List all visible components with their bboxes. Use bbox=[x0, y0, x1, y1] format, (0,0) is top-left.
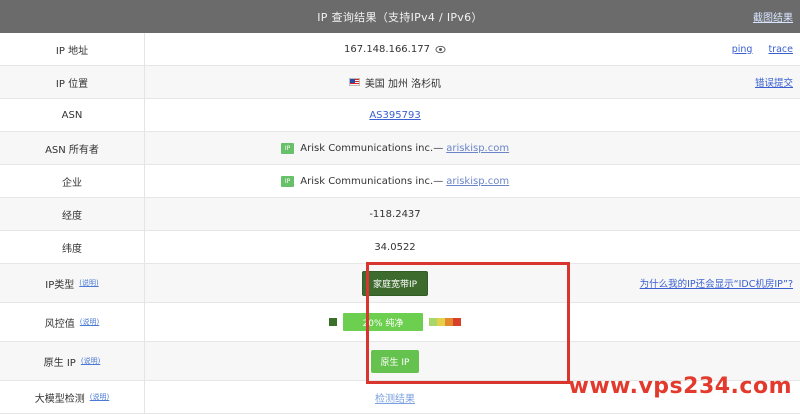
label-ip-address: IP 地址 bbox=[0, 33, 145, 65]
label-partial: 大模型检测 (说明) bbox=[0, 381, 145, 413]
risk-score-bar: 20% 纯净 bbox=[343, 313, 423, 331]
error-report-link[interactable]: 错误提交 bbox=[755, 66, 793, 98]
us-flag-icon bbox=[348, 78, 360, 86]
results-title: IP 查询结果（支持IPv4 / IPv6） bbox=[317, 11, 483, 24]
results-header: IP 查询结果（支持IPv4 / IPv6） 截图结果 bbox=[0, 0, 800, 33]
idc-faq-link[interactable]: 为什么我的IP还会显示“IDC机房IP”? bbox=[640, 264, 793, 302]
eye-icon[interactable] bbox=[435, 44, 446, 55]
risk-help-link[interactable]: (说明) bbox=[80, 317, 99, 327]
label-company: 企业 bbox=[0, 165, 145, 197]
value-longitude: -118.2437 bbox=[369, 208, 421, 220]
company-domain-link[interactable]: ariskisp.com bbox=[446, 176, 509, 187]
value-ip-location: 美国 加州 洛杉矶 bbox=[145, 66, 645, 98]
ip-badge: IP bbox=[280, 142, 295, 154]
asn-link[interactable]: AS395793 bbox=[369, 110, 420, 121]
value-ip-address: 167.148.166.177 bbox=[145, 33, 645, 65]
value-company: IP Arisk Communications inc.— ariskisp.c… bbox=[145, 165, 645, 197]
trace-link[interactable]: trace bbox=[768, 44, 793, 55]
label-risk: 风控值 (说明) bbox=[0, 303, 145, 341]
partial-help-link[interactable]: (说明) bbox=[90, 392, 109, 402]
label-ip-type: IP类型 (说明) bbox=[0, 264, 145, 302]
risk-scale bbox=[429, 318, 461, 326]
asn-owner-text: Arisk Communications inc.— bbox=[300, 142, 444, 154]
location-text: 美国 加州 洛杉矶 bbox=[364, 78, 442, 90]
value-latitude: 34.0522 bbox=[374, 241, 416, 253]
value-ip-type: 家庭宽带IP bbox=[145, 264, 645, 302]
row-latitude: 纬度 34.0522 bbox=[0, 231, 800, 264]
ip-tools: ping trace bbox=[732, 33, 793, 65]
ip-badge: IP bbox=[280, 175, 295, 187]
ip-type-help-link[interactable]: (说明) bbox=[79, 278, 98, 288]
results-table: IP 地址 167.148.166.177 ping trace IP 位置 美… bbox=[0, 33, 800, 414]
value-asn: AS395793 bbox=[145, 99, 645, 131]
row-ip-location: IP 位置 美国 加州 洛杉矶 错误提交 bbox=[0, 66, 800, 99]
watermark: www.vps234.com bbox=[568, 374, 792, 399]
risk-indicator bbox=[329, 318, 337, 326]
label-ip-location: IP 位置 bbox=[0, 66, 145, 98]
label-asn-owner: ASN 所有者 bbox=[0, 132, 145, 164]
row-company: 企业 IP Arisk Communications inc.— ariskis… bbox=[0, 165, 800, 198]
row-ip-type: IP类型 (说明) 家庭宽带IP 为什么我的IP还会显示“IDC机房IP”? bbox=[0, 264, 800, 303]
native-help-link[interactable]: (说明) bbox=[81, 356, 100, 366]
residential-ip-badge: 家庭宽带IP bbox=[361, 270, 429, 296]
value-asn-owner: IP Arisk Communications inc.— ariskisp.c… bbox=[145, 132, 645, 164]
value-risk: 20% 纯净 bbox=[145, 303, 645, 341]
row-asn: ASN AS395793 bbox=[0, 99, 800, 132]
label-latitude: 纬度 bbox=[0, 231, 145, 263]
ping-link[interactable]: ping bbox=[732, 44, 753, 55]
partial-result-link[interactable]: 检测结果 bbox=[375, 390, 415, 405]
label-native-ip: 原生 IP (说明) bbox=[0, 342, 145, 380]
screenshot-link[interactable]: 截图结果 bbox=[753, 9, 793, 24]
label-asn: ASN bbox=[0, 99, 145, 131]
row-ip-address: IP 地址 167.148.166.177 ping trace bbox=[0, 33, 800, 66]
row-longitude: 经度 -118.2437 bbox=[0, 198, 800, 231]
label-longitude: 经度 bbox=[0, 198, 145, 230]
asn-owner-domain-link[interactable]: ariskisp.com bbox=[446, 143, 509, 154]
row-risk: 风控值 (说明) 20% 纯净 bbox=[0, 303, 800, 342]
native-ip-badge: 原生 IP bbox=[370, 349, 420, 373]
ip-address-text: 167.148.166.177 bbox=[344, 43, 430, 55]
company-text: Arisk Communications inc.— bbox=[300, 175, 444, 187]
row-asn-owner: ASN 所有者 IP Arisk Communications inc.— ar… bbox=[0, 132, 800, 165]
risk-meter: 20% 纯净 bbox=[329, 313, 461, 331]
